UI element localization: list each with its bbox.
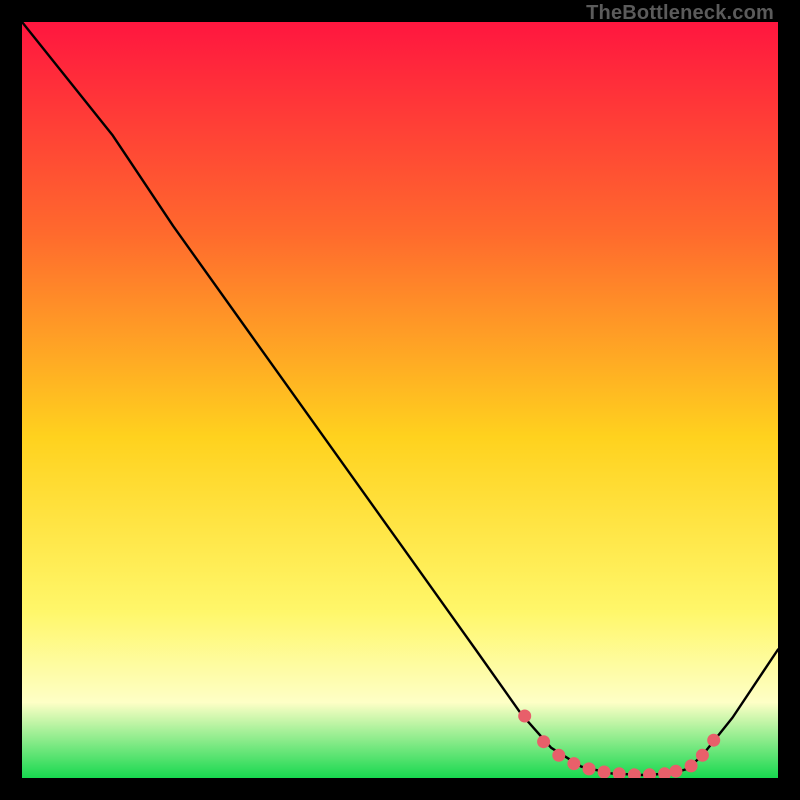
optimal-marker	[696, 749, 709, 762]
bottleneck-chart	[22, 22, 778, 778]
optimal-marker	[537, 735, 550, 748]
optimal-marker	[598, 766, 611, 779]
optimal-marker	[552, 749, 565, 762]
optimal-marker	[685, 759, 698, 772]
watermark-text: TheBottleneck.com	[586, 2, 774, 25]
optimal-marker	[583, 762, 596, 775]
gradient-background	[22, 22, 778, 778]
optimal-marker	[567, 757, 580, 770]
optimal-marker	[669, 765, 682, 778]
optimal-marker	[707, 734, 720, 747]
optimal-marker	[518, 710, 531, 723]
chart-frame	[22, 22, 778, 778]
